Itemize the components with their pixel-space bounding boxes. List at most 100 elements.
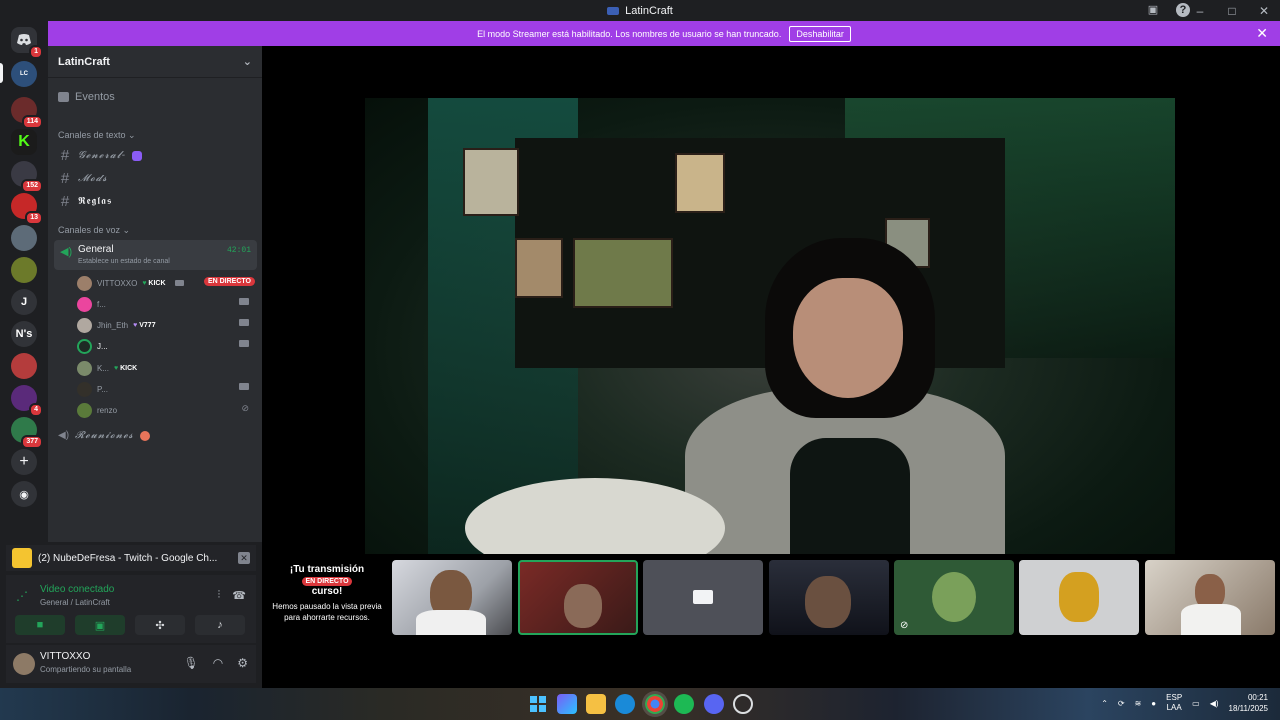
avatar	[77, 317, 92, 333]
gear-icon[interactable]: ⚙	[237, 656, 248, 670]
video-poster	[675, 153, 725, 213]
microphone-icon[interactable]: 🎙︎	[184, 656, 199, 670]
activities-button[interactable]: ✣	[135, 615, 185, 635]
chevron-up-icon[interactable]: ⌃	[1101, 699, 1108, 708]
windows-taskbar: ⌃ ⟳ ≋ ● ESP LAA ▭ ◀) 00:21 18/11/2025	[0, 688, 1280, 720]
speaker-icon: ◀)	[60, 246, 73, 258]
participant-tile[interactable]	[392, 560, 512, 635]
live-card-body: Hemos pausado la vista previa para ahorr…	[272, 602, 382, 622]
voice-channel-status[interactable]: Establece un estado de canal	[78, 258, 170, 265]
camera-icon	[239, 319, 249, 326]
guild-header[interactable]: LatinCraft ⌄	[48, 46, 262, 78]
avatar[interactable]	[13, 653, 35, 675]
chrome-icon[interactable]	[645, 694, 665, 714]
server-icon-12[interactable]: 377	[11, 417, 43, 449]
file-explorer-icon[interactable]	[586, 694, 606, 714]
channel-mods[interactable]: # 𝓜𝓸𝓭𝓼	[58, 170, 108, 187]
voice-user[interactable]: J...	[77, 336, 253, 356]
server-icon-4[interactable]: 152	[11, 161, 43, 193]
live-card-title: ¡Tu transmisión	[289, 564, 365, 575]
disconnect-icon[interactable]: ☎	[232, 589, 246, 602]
signal-icon[interactable]: ⋰	[16, 589, 28, 603]
category-label: Canales de texto	[58, 130, 126, 140]
volume-icon[interactable]: ◀)	[1210, 699, 1219, 708]
voice-user[interactable]: P...	[77, 379, 253, 399]
disable-streamer-mode-button[interactable]: Deshabilitar	[789, 25, 851, 42]
server-icon-7[interactable]	[11, 257, 37, 283]
discord-taskbar-icon[interactable]	[704, 694, 724, 714]
explore-servers-icon[interactable]: ◉	[11, 481, 37, 507]
text-channels-category[interactable]: Canales de texto ⌄	[58, 130, 136, 141]
participant-tile[interactable]	[1145, 560, 1275, 635]
live-preview-card[interactable]: ¡Tu transmisión EN DIRECTO curso! Hemos …	[266, 560, 388, 635]
server-icon-6[interactable]	[11, 225, 37, 251]
headphones-icon[interactable]: ◠	[213, 656, 223, 670]
server-icon-10[interactable]	[11, 353, 37, 379]
soundboard-button[interactable]: ♪	[195, 615, 245, 635]
app-icon	[12, 548, 32, 568]
participant-tile-avatar[interactable]	[1019, 560, 1139, 635]
voice-user[interactable]: VITTOXXO ♥ KICK EN DIRECTO	[77, 273, 255, 293]
add-server-icon[interactable]: +	[11, 449, 37, 475]
avatar	[77, 338, 92, 354]
channel-reglas[interactable]: # 𝕽𝖊𝖌𝖑𝖆𝖘	[58, 193, 112, 210]
channel-general-text[interactable]: # 𝓖𝓮𝓷𝓮𝓻𝓪𝓵-	[58, 147, 142, 164]
participant-tile-no-video[interactable]	[643, 560, 763, 635]
channel-name: 𝓖𝓮𝓷𝓮𝓻𝓪𝓵-	[78, 150, 126, 161]
edge-icon[interactable]	[615, 694, 635, 714]
close-window-button[interactable]: ✕	[1248, 4, 1280, 18]
voice-user[interactable]: Jhin_Eth ♥ V777	[77, 315, 253, 335]
screen-share-button[interactable]: ▣	[75, 615, 125, 635]
server-ns[interactable]: N's	[11, 321, 37, 347]
live-badge[interactable]: EN DIRECTO	[203, 277, 255, 286]
events-item[interactable]: Eventos	[58, 91, 115, 103]
app-icon[interactable]	[733, 694, 753, 714]
server-j[interactable]: J	[11, 289, 37, 315]
participant-video	[1181, 604, 1241, 635]
close-activity-icon[interactable]: ✕	[238, 552, 250, 564]
copilot-icon[interactable]	[557, 694, 577, 714]
voice-channel-reuniones[interactable]: ◀) 𝓡𝓮𝓾𝓷𝓲𝓸𝓷𝓮𝓼	[58, 430, 150, 441]
voice-channel-general[interactable]: ◀) General Establece un estado de canal …	[54, 240, 257, 270]
avatar	[77, 381, 92, 397]
window-controls: – □ ✕	[1184, 0, 1280, 21]
voice-channels-category[interactable]: Canales de voz ⌄	[58, 225, 130, 236]
maximize-button[interactable]: □	[1216, 4, 1248, 18]
server-letter: N's	[15, 328, 33, 340]
microphone-icon[interactable]: ●	[1151, 699, 1156, 708]
voice-user[interactable]: f...	[77, 294, 253, 314]
network-icon[interactable]: ≋	[1135, 699, 1142, 708]
noise-suppression-icon[interactable]: ⫶	[218, 589, 221, 602]
language-indicator[interactable]: ESP LAA	[1166, 693, 1182, 713]
sync-icon[interactable]: ⟳	[1118, 699, 1125, 708]
close-icon[interactable]: ✕	[1256, 25, 1268, 42]
display-icon[interactable]: ▭	[1192, 699, 1200, 708]
avatar	[77, 402, 92, 418]
participant-tile[interactable]	[769, 560, 889, 635]
participant-tile-speaking[interactable]	[518, 560, 638, 635]
live-card-title-2: curso!	[311, 586, 343, 597]
camera-button[interactable]: ■	[15, 615, 65, 635]
server-icon-5[interactable]: 13	[11, 193, 43, 225]
server-icon-11[interactable]: 4	[11, 385, 43, 417]
minimize-button[interactable]: –	[1184, 4, 1216, 18]
voice-location[interactable]: General / LatinCraft	[40, 598, 110, 607]
main-video-stream[interactable]	[365, 98, 1175, 554]
voice-user[interactable]: K... ♥ KICK	[77, 358, 253, 378]
avatar	[932, 572, 976, 622]
server-kick[interactable]: K	[11, 129, 37, 155]
notification-badge: 114	[21, 115, 43, 129]
activity-bar[interactable]: (2) NubeDeFresa - Twitch - Google Ch... …	[6, 545, 256, 571]
discord-home-icon[interactable]: 1	[11, 27, 43, 59]
notification-badge: 152	[21, 179, 43, 193]
spotify-icon[interactable]	[674, 694, 694, 714]
inbox-icon[interactable]: ▣	[1146, 3, 1160, 17]
server-latincraft[interactable]: LC	[11, 61, 37, 87]
server-icon-2[interactable]: 114	[11, 97, 43, 129]
windows-start-icon[interactable]	[528, 694, 548, 714]
clock[interactable]: 00:21 18/11/2025	[1229, 692, 1268, 714]
video-person	[790, 438, 910, 554]
muted-mic-icon: ⊘	[900, 620, 909, 631]
participant-tile-avatar[interactable]: ⊘	[894, 560, 1014, 635]
voice-user[interactable]: renzo ⊘	[77, 400, 253, 420]
